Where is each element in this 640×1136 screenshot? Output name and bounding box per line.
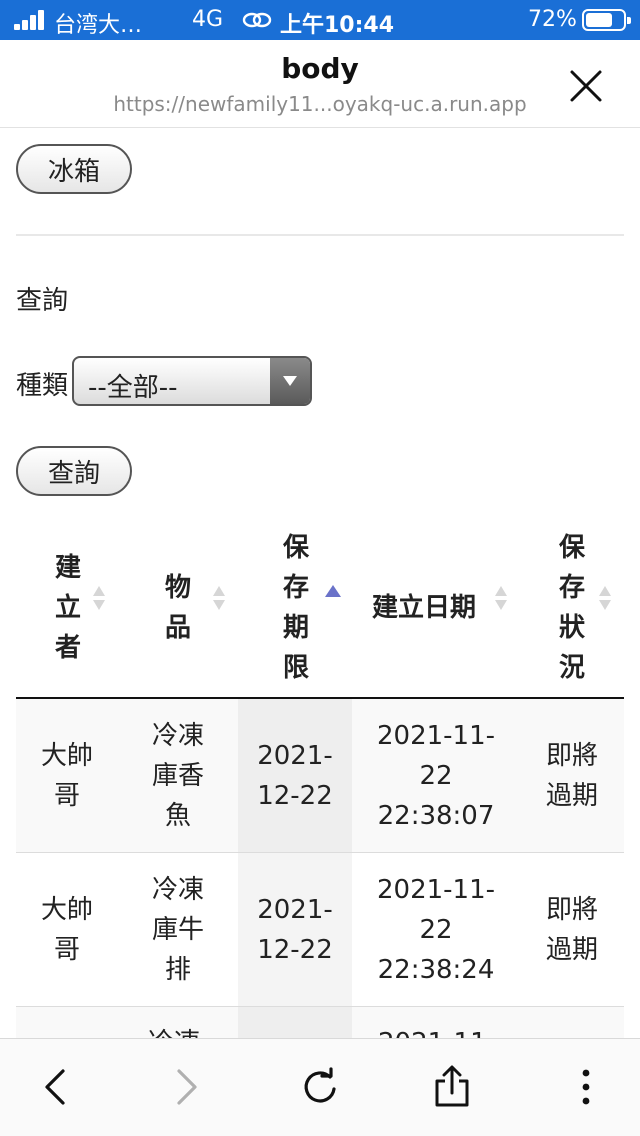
link-icon (242, 12, 272, 28)
table-row: 大帥哥 冷凍庫牛排 2021-12-22 2021-11-22 22:38:24… (16, 853, 624, 1007)
sort-icon (495, 586, 507, 610)
reload-icon (304, 1067, 336, 1103)
cell-creator: 大帥哥 (40, 740, 93, 811)
browser-toolbar (0, 1038, 640, 1136)
fridge-button[interactable]: 冰箱 (16, 144, 132, 194)
signal-icon (14, 10, 48, 30)
clock: 上午10:44 (280, 13, 395, 38)
carrier-name: 台湾大… (54, 13, 143, 38)
more-icon (582, 1069, 590, 1105)
forward-button[interactable] (162, 1063, 210, 1111)
column-header-label: 建立者 (54, 553, 81, 663)
battery-icon (582, 9, 631, 31)
page-title: body (281, 52, 359, 85)
column-header-label: 保存期限 (282, 533, 309, 683)
cell-created: 2021-11-22 22:38:07 (376, 720, 495, 831)
network-type: 4G (192, 7, 224, 32)
query-heading: 查詢 (16, 286, 69, 316)
kind-select[interactable]: --全部-- (72, 356, 312, 406)
cell-item: 冷凍庫香魚 (151, 720, 204, 831)
cell-creator: 大帥哥 (40, 894, 93, 965)
column-header-creator[interactable]: 建立者 (48, 520, 88, 696)
status-bar: 台湾大… 4G 上午10:44 72% (0, 0, 640, 40)
table-row: 大帥哥 冷凍庫香魚 2021-12-22 2021-11-22 22:38:07… (16, 699, 624, 853)
query-button[interactable]: 查詢 (16, 446, 132, 496)
back-icon (45, 1069, 65, 1105)
kind-select-value: --全部-- (88, 373, 178, 403)
cell-status: 即將過期 (545, 740, 598, 811)
sort-ascending-icon (325, 585, 341, 597)
column-header-status[interactable]: 保存狀況 (552, 520, 592, 696)
column-header-created[interactable]: 建立日期 (372, 520, 498, 696)
more-button[interactable] (562, 1063, 610, 1111)
share-icon (435, 1065, 469, 1107)
cell-status: 即將過期 (545, 894, 598, 965)
close-icon[interactable] (566, 66, 606, 106)
sort-icon (213, 586, 225, 610)
column-header-expiry[interactable]: 保存期限 (276, 520, 316, 696)
dropdown-arrow-icon (270, 358, 310, 404)
battery-percent: 72% (528, 7, 577, 32)
share-button[interactable] (428, 1063, 476, 1111)
cell-expiry: 2021-12-22 (257, 740, 333, 811)
cell-expiry: 2021-12-22 (257, 894, 333, 965)
column-header-label: 建立日期 (372, 593, 477, 623)
page-url: https://newfamily11...oyakq-uc.a.run.app (113, 92, 527, 116)
forward-icon (177, 1069, 197, 1105)
cell-created: 2021-11-22 22:38:24 (376, 874, 495, 985)
page-header: body https://newfamily11...oyakq-uc.a.ru… (0, 40, 640, 128)
back-button[interactable] (32, 1063, 80, 1111)
sort-icon (93, 586, 105, 610)
column-header-item[interactable]: 物品 (158, 520, 198, 696)
column-header-label: 物品 (164, 573, 191, 643)
column-header-label: 保存狀況 (558, 533, 585, 683)
divider (16, 234, 624, 236)
cell-item: 冷凍庫牛排 (151, 874, 204, 985)
reload-button[interactable] (296, 1063, 344, 1111)
sort-icon (599, 586, 611, 610)
kind-label: 種類 (16, 371, 69, 401)
